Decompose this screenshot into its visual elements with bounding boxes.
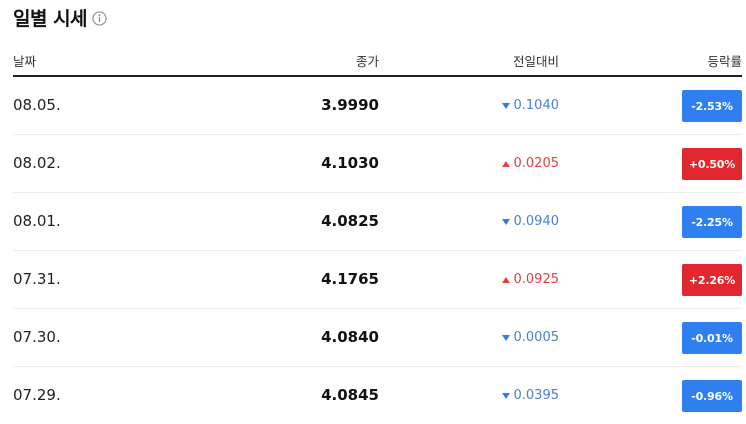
rate-badge: +2.26% bbox=[682, 264, 742, 296]
change-cell: 0.0205 bbox=[501, 156, 560, 171]
close-price-cell: 3.9990 bbox=[321, 96, 379, 114]
close-price-cell: 4.1030 bbox=[321, 154, 379, 172]
table-row: 08.01. 4.0825 0.0940 -2.25% bbox=[13, 193, 742, 251]
down-arrow-icon bbox=[501, 218, 510, 225]
info-icon[interactable] bbox=[92, 10, 107, 26]
up-arrow-icon bbox=[501, 160, 510, 167]
rate-badge: -2.25% bbox=[682, 206, 742, 238]
date-cell: 07.30. bbox=[13, 328, 61, 346]
change-value: 0.0005 bbox=[513, 330, 560, 345]
date-cell: 07.31. bbox=[13, 270, 61, 288]
down-arrow-icon bbox=[501, 102, 510, 109]
rate-badge: -2.53% bbox=[682, 90, 742, 122]
date-cell: 07.29. bbox=[13, 386, 61, 404]
close-price-cell: 4.0845 bbox=[321, 386, 379, 404]
table-row: 07.29. 4.0845 0.0395 -0.96% bbox=[13, 367, 742, 424]
change-cell: 0.0940 bbox=[501, 214, 560, 229]
change-value: 0.0395 bbox=[513, 388, 560, 403]
change-cell: 0.0395 bbox=[501, 388, 560, 403]
change-value: 0.1040 bbox=[513, 98, 560, 113]
column-header-rate: 등락률 bbox=[707, 54, 742, 69]
table-row: 07.30. 4.0840 0.0005 -0.01% bbox=[13, 309, 742, 367]
column-header-date: 날짜 bbox=[13, 54, 37, 69]
close-price-cell: 4.0825 bbox=[321, 212, 379, 230]
table-row: 08.05. 3.9990 0.1040 -2.53% bbox=[13, 77, 742, 135]
date-cell: 08.02. bbox=[13, 154, 61, 172]
change-cell: 0.0925 bbox=[501, 272, 560, 287]
column-header-change: 전일대비 bbox=[512, 54, 559, 69]
change-value: 0.0925 bbox=[513, 272, 560, 287]
close-price-cell: 4.0840 bbox=[321, 328, 379, 346]
column-header-close: 종가 bbox=[355, 54, 379, 69]
page-title: 일별 시세 bbox=[13, 7, 88, 30]
rate-badge: -0.01% bbox=[682, 322, 742, 354]
rate-badge: +0.50% bbox=[682, 148, 742, 180]
change-cell: 0.0005 bbox=[501, 330, 560, 345]
up-arrow-icon bbox=[501, 276, 510, 283]
date-cell: 08.01. bbox=[13, 212, 61, 230]
change-value: 0.0940 bbox=[513, 214, 560, 229]
change-cell: 0.1040 bbox=[501, 98, 560, 113]
change-value: 0.0205 bbox=[513, 156, 560, 171]
daily-price-panel: 일별 시세 날짜 종가 전일대비 등락률 08.05. 3.9990 0.104… bbox=[0, 0, 746, 418]
table-row: 08.02. 4.1030 0.0205 +0.50% bbox=[13, 135, 742, 193]
close-price-cell: 4.1765 bbox=[321, 270, 379, 288]
down-arrow-icon bbox=[501, 392, 510, 399]
rate-badge: -0.96% bbox=[682, 380, 742, 412]
table-row: 07.31. 4.1765 0.0925 +2.26% bbox=[13, 251, 742, 309]
table-header: 날짜 종가 전일대비 등락률 bbox=[13, 42, 742, 77]
date-cell: 08.05. bbox=[13, 96, 61, 114]
title-row: 일별 시세 bbox=[13, 3, 107, 31]
table-body: 08.05. 3.9990 0.1040 -2.53% 08.02. 4.103… bbox=[13, 77, 742, 424]
down-arrow-icon bbox=[501, 334, 510, 341]
